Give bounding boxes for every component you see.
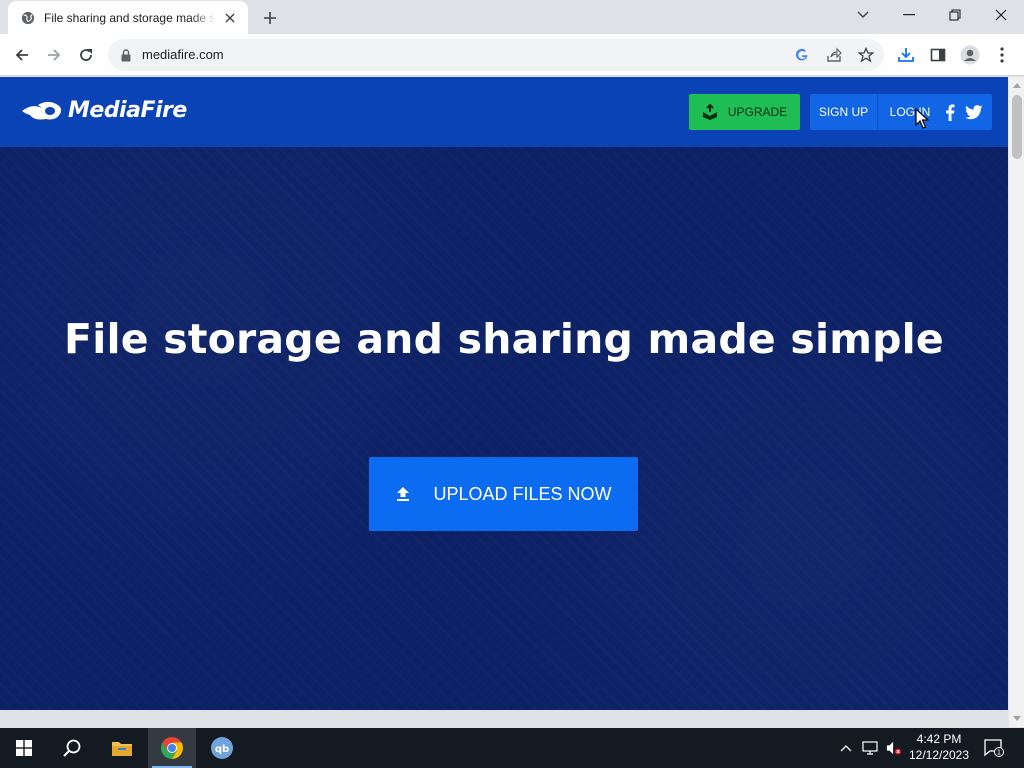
notification-center-icon[interactable]: 1 xyxy=(984,739,1004,757)
chevron-up-icon[interactable] xyxy=(838,740,854,756)
facebook-icon[interactable] xyxy=(941,103,959,121)
globe-icon xyxy=(20,10,36,26)
tab-search-icon[interactable] xyxy=(840,0,886,30)
browser-toolbar: mediafire.com xyxy=(0,34,1024,76)
address-bar[interactable]: mediafire.com xyxy=(108,39,884,71)
notification-count: 1 xyxy=(997,749,1001,757)
upload-label: UPLOAD FILES NOW xyxy=(433,483,612,504)
upgrade-label: UPGRADE xyxy=(727,105,788,119)
download-icon[interactable] xyxy=(892,41,920,69)
close-tab-icon[interactable] xyxy=(222,10,238,26)
tab-strip: File sharing and storage made simple xyxy=(0,0,1024,34)
qbittorrent-icon[interactable]: qb xyxy=(198,728,246,768)
network-icon[interactable] xyxy=(862,740,878,756)
windows-start-icon[interactable] xyxy=(0,728,48,768)
log-in-button[interactable]: LOG IN xyxy=(879,94,941,130)
bookmark-star-icon[interactable] xyxy=(856,45,876,65)
account-nav: SIGN UP LOG IN xyxy=(810,94,992,130)
logo-text: MediaFire xyxy=(68,97,187,123)
clock-date: 12/12/2023 xyxy=(908,748,970,762)
share-icon[interactable] xyxy=(824,45,844,65)
chrome-taskbar-icon[interactable] xyxy=(148,728,196,768)
side-panel-icon[interactable] xyxy=(924,41,952,69)
minimize-icon[interactable] xyxy=(886,0,932,30)
upgrade-icon xyxy=(702,104,717,120)
clock-time: 4:42 PM xyxy=(916,732,962,746)
upload-icon xyxy=(397,487,410,501)
forward-arrow-icon[interactable] xyxy=(40,41,68,69)
twitter-icon[interactable] xyxy=(965,103,983,121)
browser-tab[interactable]: File sharing and storage made simple xyxy=(8,1,248,34)
clock[interactable]: 4:42 PM 12/12/2023 xyxy=(906,731,972,763)
windows-taskbar: qb 4:42 PM 12/12/2023 1 xyxy=(0,728,1024,768)
restore-icon[interactable] xyxy=(932,0,978,30)
lock-icon[interactable] xyxy=(118,47,134,63)
scroll-down-icon[interactable] xyxy=(1013,715,1021,723)
sign-up-button[interactable]: SIGN UP xyxy=(810,94,878,130)
profile-avatar-icon[interactable] xyxy=(956,41,984,69)
close-window-icon[interactable] xyxy=(978,0,1024,30)
back-arrow-icon[interactable] xyxy=(8,41,36,69)
svg-text:qb: qb xyxy=(215,744,229,755)
search-icon[interactable] xyxy=(48,728,96,768)
hero-section: File storage and sharing made simple UPL… xyxy=(0,147,1008,710)
page-viewport: MediaFire UPGRADE SIGN UP LOG IN File st… xyxy=(0,77,1008,710)
browser-menu-icon[interactable] xyxy=(988,41,1016,69)
scroll-up-icon[interactable] xyxy=(1013,81,1021,89)
mediafire-logo[interactable]: MediaFire xyxy=(20,97,187,123)
scroll-thumb[interactable] xyxy=(1012,95,1022,159)
hero-title: File storage and sharing made simple xyxy=(64,315,944,363)
url-text: mediafire.com xyxy=(142,47,224,62)
upload-files-button[interactable]: UPLOAD FILES NOW xyxy=(369,457,638,531)
upgrade-button[interactable]: UPGRADE xyxy=(689,94,800,130)
site-header: MediaFire UPGRADE SIGN UP LOG IN xyxy=(0,77,1008,147)
google-lens-icon[interactable] xyxy=(792,45,812,65)
volume-muted-icon[interactable] xyxy=(886,740,902,756)
mouse-cursor-icon xyxy=(915,108,929,129)
flame-logo-icon xyxy=(22,101,62,120)
page-scrollbar[interactable] xyxy=(1008,77,1024,727)
reload-icon[interactable] xyxy=(72,41,100,69)
tab-title: File sharing and storage made simple xyxy=(44,10,216,25)
file-explorer-icon[interactable] xyxy=(98,728,146,768)
new-tab-button[interactable] xyxy=(258,6,282,30)
